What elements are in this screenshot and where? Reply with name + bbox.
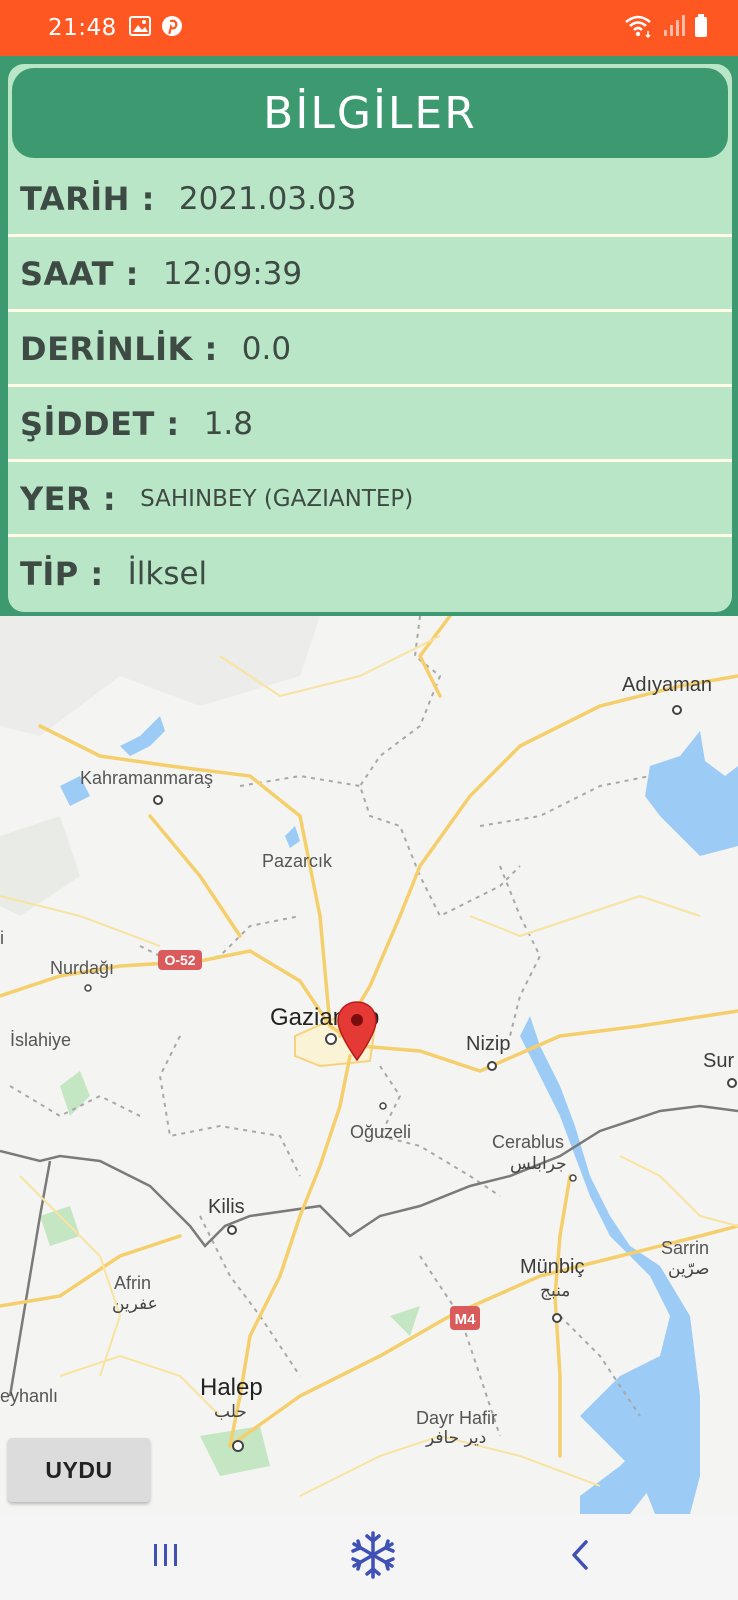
city-label-munbic: Münbiç — [520, 1256, 585, 1278]
image-icon — [128, 15, 151, 41]
nav-bar — [0, 1514, 738, 1600]
road-shield-m4: M4 — [450, 1306, 480, 1330]
city-label-kahramanmaras: Kahramanmaraş — [80, 768, 214, 788]
status-time: 21:48 — [48, 15, 117, 41]
city-label-oguzeli: Oğuzeli — [350, 1122, 412, 1142]
city-label-halep: Halep — [200, 1374, 263, 1401]
home-button[interactable] — [313, 1514, 433, 1600]
info-title: BİLGİLER — [12, 68, 728, 158]
type-value: İlksel — [127, 556, 208, 592]
snowflake-icon — [348, 1530, 398, 1585]
map-view[interactable]: O-52 M4 Adıyaman Kahramanmaraş Pazarcık … — [0, 616, 738, 1514]
city-label-afrin: Afrin — [114, 1273, 152, 1293]
pinterest-icon — [161, 15, 183, 42]
city-label-pazarcik: Pazarcık — [262, 851, 333, 871]
magnitude-label: ŞİDDET : — [20, 405, 180, 443]
city-label-islahiye: İslahiye — [10, 1030, 72, 1050]
recent-apps-button[interactable] — [106, 1514, 226, 1600]
city-label-munbic-ar: منبج — [540, 1281, 571, 1301]
city-label-sur-partial: Sur — [703, 1050, 735, 1072]
city-label-kilis: Kilis — [208, 1196, 245, 1218]
city-label-nizip: Nizip — [466, 1033, 511, 1055]
city-label-dayr-hafir-ar: دير حافر — [426, 1428, 487, 1448]
info-row-depth: DERİNLİK : 0.0 — [8, 312, 732, 386]
map-graphics: O-52 M4 — [0, 616, 738, 1514]
info-row-magnitude: ŞİDDET : 1.8 — [8, 387, 732, 461]
city-label-edge-i: i — [0, 928, 4, 948]
info-panel: BİLGİLER TARİH : 2021.03.03 SAAT : 12:09… — [0, 56, 738, 616]
magnitude-value: 1.8 — [203, 406, 254, 442]
city-label-halep-ar: حلب — [214, 1402, 247, 1422]
info-row-time: SAAT : 12:09:39 — [8, 237, 732, 311]
satellite-button[interactable]: UYDU — [8, 1438, 150, 1502]
road-shield-o52: O-52 — [158, 950, 202, 970]
status-bar: 21:48 — [0, 0, 738, 56]
city-label-cerablus: Cerablus — [492, 1132, 565, 1152]
battery-icon — [694, 13, 708, 43]
time-value: 12:09:39 — [162, 256, 303, 292]
back-button[interactable] — [520, 1514, 640, 1600]
info-row-location: YER : SAHINBEY (GAZIANTEP) — [8, 462, 732, 536]
info-row-type: TİP : İlksel — [8, 537, 732, 611]
road-shield-o52-label: O-52 — [164, 952, 195, 968]
location-label: YER : — [20, 480, 117, 518]
city-label-reyhanli-partial: eyhanlı — [0, 1386, 59, 1406]
city-label-cerablus-ar: جرابلس — [510, 1154, 567, 1174]
city-label-nurdagi: Nurdağı — [50, 958, 115, 978]
info-card: BİLGİLER TARİH : 2021.03.03 SAAT : 12:09… — [8, 64, 732, 612]
back-icon — [568, 1539, 592, 1576]
city-label-sarrin: Sarrin — [661, 1238, 710, 1258]
location-value: SAHINBEY (GAZIANTEP) — [140, 486, 414, 512]
road-shield-m4-label: M4 — [455, 1311, 476, 1328]
info-row-date: TARİH : 2021.03.03 — [8, 162, 732, 236]
depth-value: 0.0 — [241, 331, 292, 367]
wifi-icon — [624, 14, 654, 43]
date-label: TARİH : — [20, 180, 155, 218]
recent-apps-icon — [151, 1542, 181, 1573]
signal-icon — [662, 14, 686, 42]
city-label-afrin-ar: عفرين — [112, 1294, 158, 1314]
date-value: 2021.03.03 — [178, 181, 357, 217]
time-label: SAAT : — [20, 255, 139, 293]
city-label-adiyaman: Adıyaman — [622, 674, 713, 696]
city-label-sarrin-ar: صرّين — [668, 1259, 710, 1279]
type-label: TİP : — [20, 555, 104, 593]
city-label-dayr-hafir: Dayr Hafir — [416, 1408, 498, 1428]
depth-label: DERİNLİK : — [20, 330, 218, 368]
